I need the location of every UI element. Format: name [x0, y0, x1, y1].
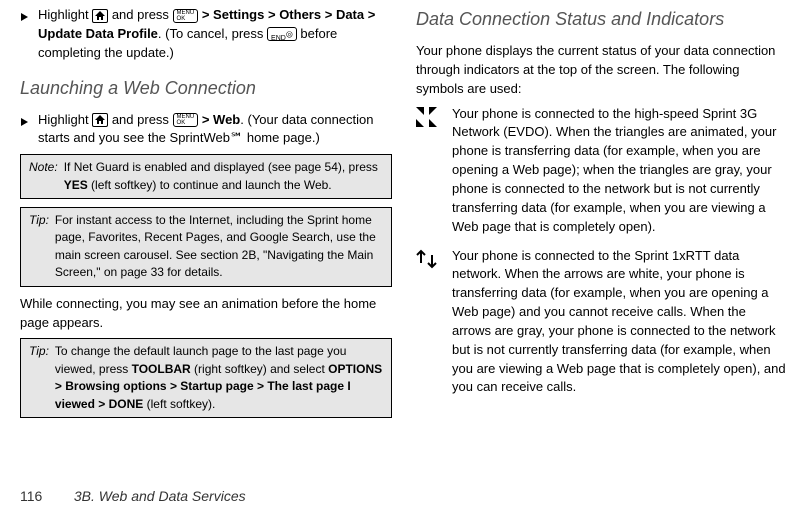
bullet-marker-icon — [20, 9, 30, 63]
note-net-guard: Note: If Net Guard is enabled and displa… — [20, 154, 392, 199]
status-text: Your phone is connected to the Sprint 1x… — [452, 247, 788, 398]
evdo-icon — [416, 107, 438, 237]
callout-text: To change the default launch page to the… — [55, 343, 383, 413]
callout-label: Tip: — [29, 343, 49, 413]
heading-launching-web: Launching a Web Connection — [20, 75, 392, 101]
tip-default-page: Tip: To change the default launch page t… — [20, 338, 392, 418]
right-column: Data Connection Status and Indicators Yo… — [416, 6, 788, 468]
bullet-text: Highlight and press MENUOK > Settings > … — [38, 6, 392, 63]
left-column: Highlight and press MENUOK > Settings > … — [20, 6, 392, 468]
bullet-launch-web: Highlight and press MENUOK > Web. (Your … — [20, 111, 392, 149]
callout-label: Note: — [29, 159, 58, 194]
tip-instant-access: Tip: For instant access to the Internet,… — [20, 207, 392, 287]
status-row-evdo: Your phone is connected to the high-spee… — [416, 105, 788, 237]
menu-ok-icon: MENUOK — [173, 9, 199, 23]
menu-ok-icon: MENUOK — [173, 113, 199, 127]
end-icon: END◎ — [267, 27, 297, 41]
heading-data-status: Data Connection Status and Indicators — [416, 6, 788, 32]
bullet-marker-icon — [20, 114, 30, 149]
callout-text: For instant access to the Internet, incl… — [55, 212, 383, 282]
section-title: 3B. Web and Data Services — [74, 488, 246, 504]
callout-text: If Net Guard is enabled and displayed (s… — [64, 159, 383, 194]
bullet-update-profile: Highlight and press MENUOK > Settings > … — [20, 6, 392, 63]
para-status-intro: Your phone displays the current status o… — [416, 42, 788, 99]
page-number: 116 — [20, 486, 70, 506]
home-icon — [92, 113, 108, 127]
para-connecting: While connecting, you may see an animati… — [20, 295, 392, 333]
status-text: Your phone is connected to the high-spee… — [452, 105, 788, 237]
page-footer: 116 3B. Web and Data Services — [20, 486, 788, 506]
home-icon — [92, 9, 108, 23]
status-row-1xrtt: Your phone is connected to the Sprint 1x… — [416, 247, 788, 398]
callout-label: Tip: — [29, 212, 49, 282]
onexrtt-icon — [416, 249, 438, 398]
bullet-text: Highlight and press MENUOK > Web. (Your … — [38, 111, 392, 149]
